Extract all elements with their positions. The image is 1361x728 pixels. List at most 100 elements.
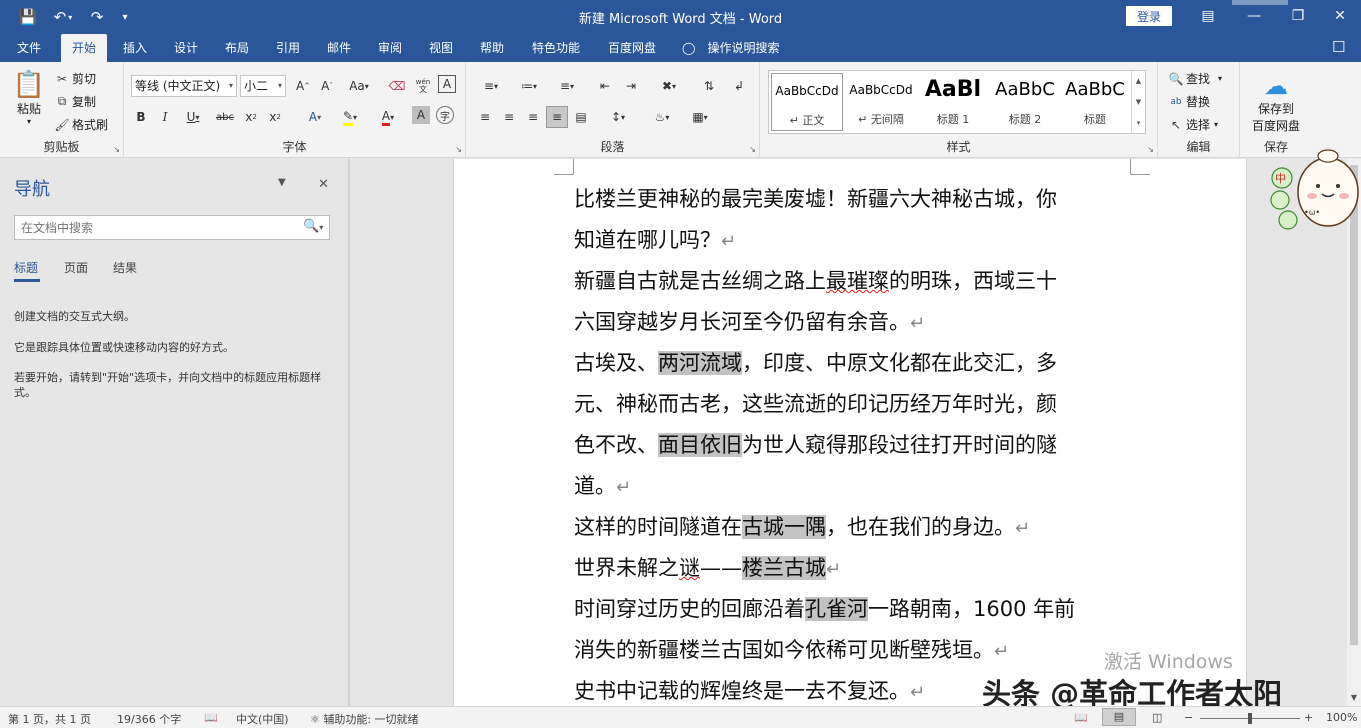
search-icon[interactable]: 🔍▾ bbox=[303, 219, 323, 234]
document-line[interactable]: 古埃及、两河流域，印度、中原文化都在此交汇，多 bbox=[574, 343, 1130, 384]
distributed-icon[interactable]: ▤ bbox=[570, 106, 592, 128]
font-size-combo[interactable]: 小二 ▾ bbox=[240, 75, 286, 97]
shrink-font-icon[interactable]: Aˇ bbox=[316, 75, 338, 97]
restore-icon[interactable]: ❐ bbox=[1278, 4, 1318, 28]
gallery-scroll[interactable]: ▲ ▼ ▾ bbox=[1131, 71, 1145, 133]
tab-mailings[interactable]: 邮件 bbox=[318, 34, 360, 62]
read-mode-icon[interactable]: 📖 bbox=[1074, 711, 1088, 724]
save-to-baidu-button[interactable]: ☁ 保存到 百度网盘 bbox=[1246, 72, 1306, 134]
document-line[interactable]: 消失的新疆楼兰古国如今依稀可见断壁残垣。↵ bbox=[574, 630, 1130, 671]
char-border-icon[interactable]: A bbox=[438, 75, 456, 93]
close-icon[interactable]: ✕ bbox=[1320, 4, 1360, 28]
font-name-combo[interactable]: 等线 (中文正文) ▾ bbox=[131, 75, 237, 97]
document-line[interactable]: 时间穿过历史的回廊沿着孔雀河一路朝南，1600 年前 bbox=[574, 589, 1130, 630]
tab-view[interactable]: 视图 bbox=[420, 34, 462, 62]
language-indicator[interactable]: 中文(中国) bbox=[236, 711, 289, 727]
tab-home[interactable]: 开始 bbox=[61, 34, 107, 62]
zoom-in-button[interactable]: + bbox=[1304, 711, 1313, 724]
nav-options-icon[interactable]: ▼ bbox=[278, 177, 286, 188]
chevron-up-icon[interactable]: ▲ bbox=[1136, 77, 1141, 85]
tab-layout[interactable]: 布局 bbox=[216, 34, 258, 62]
copy-button[interactable]: ⧉ 复制 bbox=[54, 93, 96, 110]
style-heading-1[interactable]: AaBl 标题 1 bbox=[917, 73, 989, 131]
document-page[interactable]: 比楼兰更神秘的最完美废墟！新疆六大神秘古城，你 知道在哪儿吗？↵ 新疆自古就是古丝绸… bbox=[453, 159, 1247, 706]
tab-design[interactable]: 设计 bbox=[165, 34, 207, 62]
close-icon[interactable]: ✕ bbox=[318, 177, 329, 192]
paragraph-launcher-icon[interactable]: ↘ bbox=[749, 145, 756, 154]
multilevel-list-icon[interactable]: ≡ ▾ bbox=[550, 75, 584, 97]
char-shading-icon[interactable]: A bbox=[412, 106, 430, 124]
tab-baidu-netdisk[interactable]: 百度网盘 bbox=[600, 34, 664, 62]
enclose-char-icon[interactable]: 字 bbox=[436, 106, 454, 124]
tab-insert[interactable]: 插入 bbox=[114, 34, 156, 62]
clear-format-icon[interactable]: ⌫ bbox=[386, 75, 408, 97]
document-line[interactable]: 色不改、面目依旧为世人窥得那段过往打开时间的隧 bbox=[574, 425, 1130, 466]
text-effects-icon[interactable]: A ▾ bbox=[300, 106, 330, 128]
document-line[interactable]: 元、神秘而古老，这些流逝的印记历经万年时光，颜 bbox=[574, 384, 1130, 425]
document-line[interactable]: 知道在哪儿吗？↵ bbox=[574, 220, 1130, 261]
select-button[interactable]: ↖ 选择 ▾ bbox=[1168, 116, 1218, 133]
chevron-down-icon[interactable]: ▼ bbox=[1136, 98, 1141, 106]
document-line[interactable]: 这样的时间隧道在古城一隅，也在我们的身边。↵ bbox=[574, 507, 1130, 548]
decrease-indent-icon[interactable]: ⇤ bbox=[594, 75, 616, 97]
align-right-icon[interactable]: ≡ bbox=[522, 106, 544, 128]
search-input[interactable] bbox=[14, 215, 330, 240]
nav-tab-results[interactable]: 结果 bbox=[113, 259, 137, 276]
italic-icon[interactable]: I bbox=[154, 106, 176, 128]
cut-button[interactable]: ✂ 剪切 bbox=[54, 70, 96, 87]
superscript-icon[interactable]: x2 bbox=[264, 106, 286, 128]
document-line[interactable]: 六国穿越岁月长河至今仍留有余音。↵ bbox=[574, 302, 1130, 343]
font-launcher-icon[interactable]: ↘ bbox=[455, 145, 462, 154]
style-heading-2[interactable]: AaBbC 标题 2 bbox=[989, 73, 1061, 131]
zoom-level[interactable]: 100% bbox=[1326, 711, 1357, 724]
align-left-icon[interactable]: ≡ bbox=[474, 106, 496, 128]
ribbon-display-icon[interactable]: ▤ bbox=[1188, 4, 1228, 28]
document-line[interactable]: 比楼兰更神秘的最完美废墟！新疆六大神秘古城，你 bbox=[574, 179, 1130, 220]
tell-me-search[interactable]: ◯ 操作说明搜索 bbox=[682, 34, 779, 62]
chinese-layout-icon[interactable]: ✖ ▾ bbox=[652, 75, 686, 97]
strikethrough-icon[interactable]: abc bbox=[214, 106, 236, 128]
subscript-icon[interactable]: x2 bbox=[240, 106, 262, 128]
line-spacing-icon[interactable]: ↕ ▾ bbox=[602, 106, 634, 128]
proofing-icon[interactable]: 📖 bbox=[204, 711, 218, 724]
format-painter-button[interactable]: 🖌 格式刷 bbox=[54, 116, 108, 133]
phonetic-guide-icon[interactable]: wén 文 bbox=[412, 75, 434, 97]
vertical-scrollbar[interactable]: ▼ bbox=[1347, 159, 1361, 706]
tab-file[interactable]: 文件 bbox=[8, 34, 50, 62]
style-title[interactable]: AaBbC 标题 bbox=[1059, 73, 1131, 131]
print-layout-icon[interactable]: ▤ bbox=[1102, 708, 1136, 726]
styles-launcher-icon[interactable]: ↘ bbox=[1147, 145, 1154, 154]
comments-icon[interactable]: ☐ bbox=[1332, 38, 1345, 56]
tab-features[interactable]: 特色功能 bbox=[524, 34, 588, 62]
bold-icon[interactable]: B bbox=[130, 106, 152, 128]
word-count[interactable]: 19/366 个字 bbox=[117, 711, 181, 727]
document-line[interactable]: 道。↵ bbox=[574, 466, 1130, 507]
highlight-color-icon[interactable]: ✎ ▾ bbox=[334, 106, 366, 128]
web-layout-icon[interactable]: ◫ bbox=[1152, 711, 1162, 724]
grow-font-icon[interactable]: A ^ bbox=[292, 75, 314, 97]
font-color-icon[interactable]: A ▾ bbox=[372, 106, 404, 128]
zoom-out-button[interactable]: − bbox=[1184, 711, 1193, 724]
shading-icon[interactable]: ♨ ▾ bbox=[646, 106, 678, 128]
style-normal[interactable]: AaBbCcDd ↵ 正文 bbox=[771, 73, 843, 131]
tab-help[interactable]: 帮助 bbox=[471, 34, 513, 62]
login-button[interactable]: 登录 bbox=[1126, 6, 1172, 26]
sort-icon[interactable]: ⇅ bbox=[698, 75, 720, 97]
style-no-spacing[interactable]: AaBbCcDd ↵ 无间隔 bbox=[845, 73, 917, 131]
page-count[interactable]: 第 1 页，共 1 页 bbox=[8, 711, 91, 727]
paste-button[interactable]: 📋 粘贴 ▾ bbox=[12, 70, 46, 126]
document-line[interactable]: 新疆自古就是古丝绸之路上最璀璨的明珠，西域三十 bbox=[574, 261, 1130, 302]
document-body[interactable]: 比楼兰更神秘的最完美废墟！新疆六大神秘古城，你 知道在哪儿吗？↵ 新疆自古就是古丝绸… bbox=[574, 179, 1130, 706]
zoom-slider-thumb[interactable] bbox=[1248, 713, 1252, 724]
replace-button[interactable]: ab 替换 bbox=[1168, 93, 1210, 110]
minimize-icon[interactable]: — bbox=[1234, 4, 1274, 28]
align-center-icon[interactable]: ≡ bbox=[498, 106, 520, 128]
scroll-down-icon[interactable]: ▼ bbox=[1347, 690, 1361, 704]
nav-tab-headings[interactable]: 标题 bbox=[14, 259, 38, 276]
change-case-icon[interactable]: Aa ▾ bbox=[342, 75, 376, 97]
document-line[interactable]: 世界未解之谜——楼兰古城↵ bbox=[574, 548, 1130, 589]
accessibility-status[interactable]: ⚛ 辅助功能: 一切就绪 bbox=[310, 711, 419, 727]
clipboard-launcher-icon[interactable]: ↘ bbox=[113, 145, 120, 154]
find-button[interactable]: 🔍 查找 ▾ bbox=[1168, 70, 1223, 87]
increase-indent-icon[interactable]: ⇥ bbox=[620, 75, 642, 97]
